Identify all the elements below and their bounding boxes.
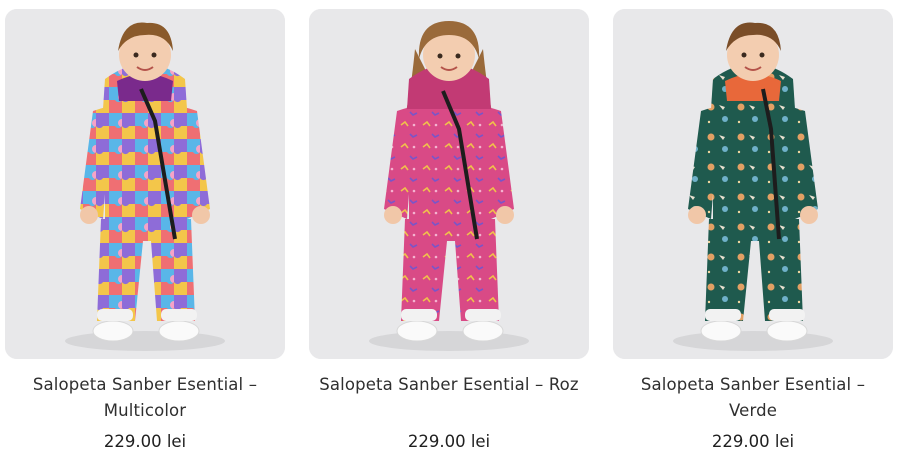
product-card[interactable]: Salopeta Sanber Esential – Verde 229.00 … [613, 9, 893, 451]
product-title[interactable]: Salopeta Sanber Esential – Multicolor [5, 372, 285, 424]
child-green-jumpsuit-photo [613, 9, 893, 359]
product-price: 229.00 lei [711, 432, 795, 451]
product-price: 229.00 lei [103, 432, 187, 451]
product-card[interactable]: Salopeta Sanber Esential – Multicolor 22… [5, 9, 285, 451]
product-title[interactable]: Salopeta Sanber Esential – Verde [613, 372, 893, 424]
product-image[interactable] [309, 9, 589, 359]
product-card[interactable]: Salopeta Sanber Esential – Roz 229.00 le… [309, 9, 589, 451]
product-grid: Salopeta Sanber Esential – Multicolor 22… [0, 0, 900, 463]
child-multicolor-jumpsuit-photo [5, 9, 285, 359]
child-pink-jumpsuit-photo [309, 9, 589, 359]
product-image[interactable] [613, 9, 893, 359]
product-title[interactable]: Salopeta Sanber Esential – Roz [309, 372, 589, 398]
product-image[interactable] [5, 9, 285, 359]
product-price: 229.00 lei [407, 432, 491, 451]
